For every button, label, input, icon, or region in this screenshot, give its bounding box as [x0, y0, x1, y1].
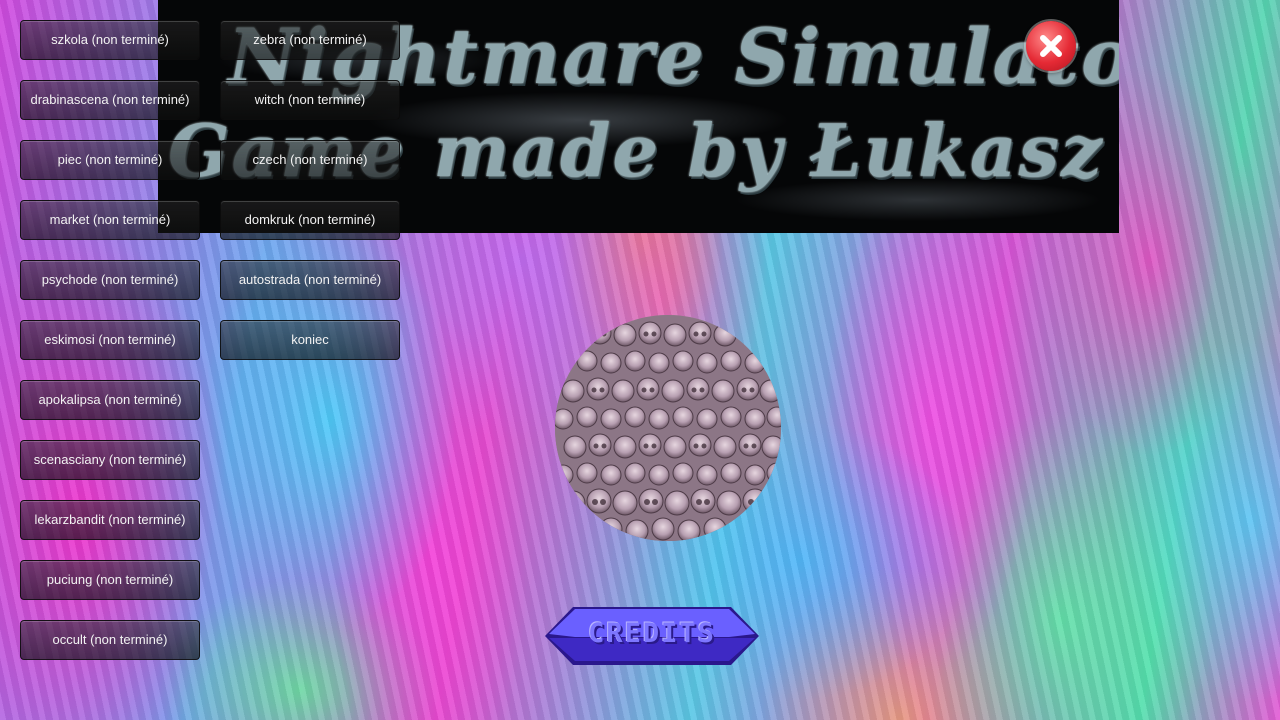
- level-button-witch[interactable]: witch (non terminé): [220, 80, 400, 120]
- level-button-zebra[interactable]: zebra (non terminé): [220, 20, 400, 60]
- level-button-piec[interactable]: piec (non terminé): [20, 140, 200, 180]
- level-button-lekarzbandit[interactable]: lekarzbandit (non terminé): [20, 500, 200, 540]
- level-button-apokalipsa[interactable]: apokalipsa (non terminé): [20, 380, 200, 420]
- level-button-market[interactable]: market (non terminé): [20, 200, 200, 240]
- level-button-autostrada[interactable]: autostrada (non terminé): [220, 260, 400, 300]
- level-button-czech[interactable]: czech (non terminé): [220, 140, 400, 180]
- level-button-occult[interactable]: occult (non terminé): [20, 620, 200, 660]
- level-button-drabinascena[interactable]: drabinascena (non terminé): [20, 80, 200, 120]
- level-button-psychode[interactable]: psychode (non terminé): [20, 260, 200, 300]
- level-button-puciung[interactable]: puciung (non terminé): [20, 560, 200, 600]
- level-button-domkruk[interactable]: domkruk (non terminé): [220, 200, 400, 240]
- credits-button[interactable]: CREDITS: [545, 607, 759, 665]
- credits-label: CREDITS: [588, 618, 716, 649]
- close-button[interactable]: [1026, 21, 1076, 71]
- level-button-eskimosi[interactable]: eskimosi (non terminé): [20, 320, 200, 360]
- skull-wall-image: [555, 315, 781, 541]
- level-button-koniec[interactable]: koniec: [220, 320, 400, 360]
- level-button-szkola[interactable]: szkola (non terminé): [20, 20, 200, 60]
- level-button-scenasciany[interactable]: scenasciany (non terminé): [20, 440, 200, 480]
- close-x-icon: [1040, 35, 1062, 57]
- skulls-picture: [555, 315, 781, 541]
